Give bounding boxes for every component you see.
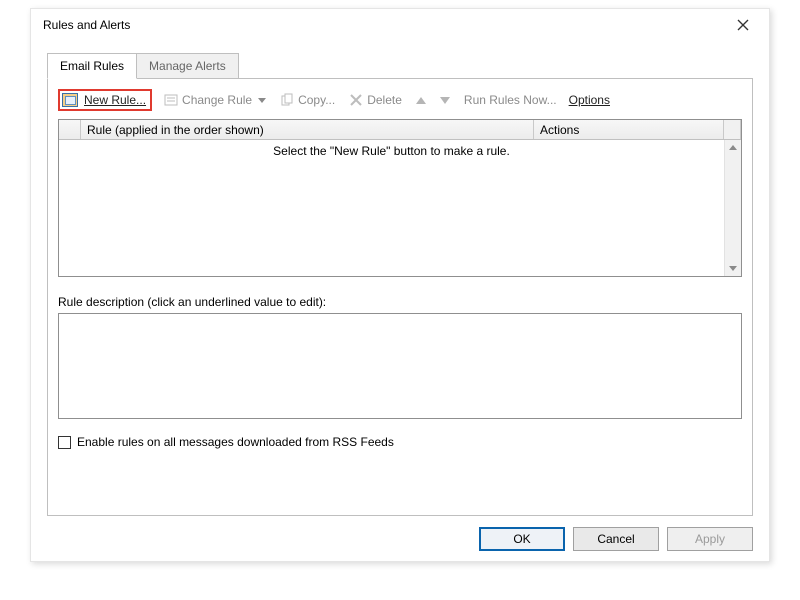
cancel-button[interactable]: Cancel <box>573 527 659 551</box>
change-rule-icon <box>164 93 178 107</box>
copy-rule-label: Copy... <box>298 93 335 107</box>
run-rules-now-button[interactable]: Run Rules Now... <box>462 91 559 109</box>
scroll-down-button[interactable] <box>726 261 741 276</box>
tab-manage-alerts[interactable]: Manage Alerts <box>136 53 239 79</box>
rules-empty-message: Select the "New Rule" button to make a r… <box>59 140 724 276</box>
new-rule-icon <box>62 93 78 107</box>
rules-col-actions[interactable]: Actions <box>534 120 724 139</box>
rules-col-rule[interactable]: Rule (applied in the order shown) <box>81 120 534 139</box>
close-icon <box>737 19 749 31</box>
new-rule-button[interactable]: New Rule... <box>82 91 148 109</box>
change-rule-button[interactable]: Change Rule <box>162 91 268 109</box>
move-up-button[interactable] <box>414 95 428 106</box>
chevron-down-icon <box>258 98 266 103</box>
dialog-body: Email Rules Manage Alerts New Rule... <box>31 41 769 516</box>
window-title: Rules and Alerts <box>43 18 723 32</box>
rules-scrollbar[interactable] <box>724 140 741 276</box>
dialog-footer: OK Cancel Apply <box>479 527 753 551</box>
copy-rule-button[interactable]: Copy... <box>278 91 337 109</box>
scroll-up-button[interactable] <box>726 140 741 155</box>
rss-enable-label: Enable rules on all messages downloaded … <box>77 435 394 449</box>
rule-description-box[interactable] <box>58 313 742 419</box>
tab-strip: Email Rules Manage Alerts <box>47 53 753 79</box>
copy-icon <box>280 93 294 107</box>
scroll-up-icon <box>729 145 737 150</box>
rules-col-scroll-header <box>724 120 741 139</box>
tab-panel-email-rules: New Rule... Change Rule <box>47 78 753 516</box>
run-rules-now-label: Run Rules Now... <box>464 93 557 107</box>
new-rule-label: New Rule... <box>84 93 146 107</box>
arrow-down-icon <box>440 97 450 104</box>
tab-email-rules[interactable]: Email Rules <box>47 53 137 79</box>
rules-col-checkbox[interactable] <box>59 120 81 139</box>
delete-icon <box>349 93 363 107</box>
delete-rule-button[interactable]: Delete <box>347 91 404 109</box>
new-rule-highlight: New Rule... <box>58 89 152 111</box>
rules-table-body: Select the "New Rule" button to make a r… <box>59 140 741 276</box>
scroll-down-icon <box>729 266 737 271</box>
delete-rule-label: Delete <box>367 93 402 107</box>
rss-enable-checkbox[interactable] <box>58 436 71 449</box>
rules-and-alerts-dialog: Rules and Alerts Email Rules Manage Aler… <box>30 8 770 562</box>
options-button[interactable]: Options <box>569 93 610 107</box>
apply-button[interactable]: Apply <box>667 527 753 551</box>
options-label: Options <box>569 93 610 107</box>
move-down-button[interactable] <box>438 95 452 106</box>
close-button[interactable] <box>723 11 763 39</box>
rule-description-label: Rule description (click an underlined va… <box>58 295 742 309</box>
ok-button[interactable]: OK <box>479 527 565 551</box>
arrow-up-icon <box>416 97 426 104</box>
rules-table-header: Rule (applied in the order shown) Action… <box>59 120 741 140</box>
titlebar: Rules and Alerts <box>31 9 769 41</box>
rss-enable-row: Enable rules on all messages downloaded … <box>58 435 742 449</box>
change-rule-label: Change Rule <box>182 93 252 107</box>
rules-table: Rule (applied in the order shown) Action… <box>58 119 742 277</box>
rules-toolbar: New Rule... Change Rule <box>58 87 742 113</box>
